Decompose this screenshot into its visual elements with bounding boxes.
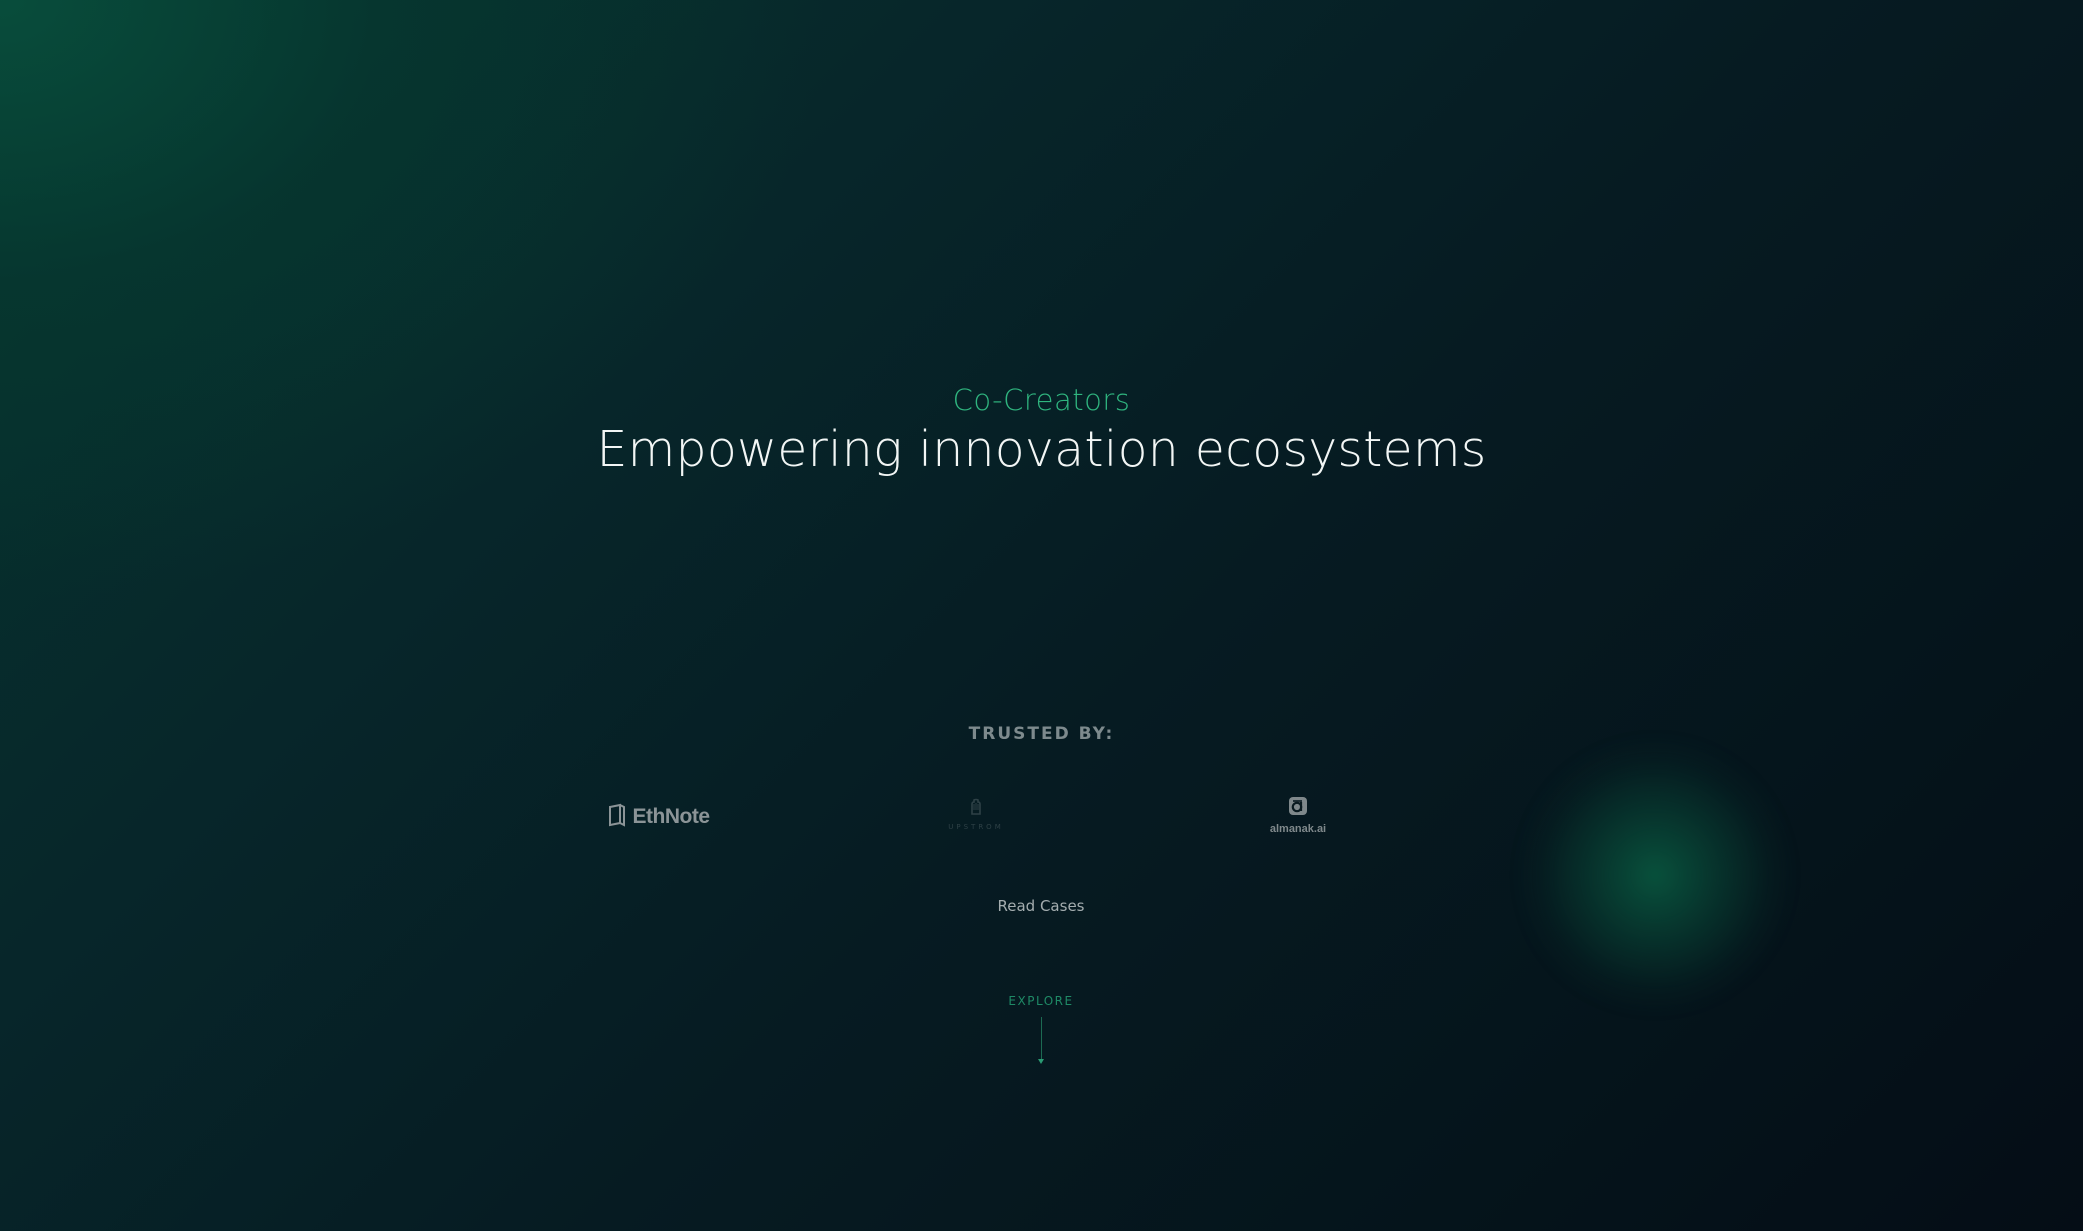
hero-eyebrow: Co-Creators xyxy=(952,383,1131,417)
book-icon xyxy=(607,803,627,832)
logo-ethnote: EthNote xyxy=(603,802,713,832)
hero-headline: Empowering innovation ecosystems xyxy=(596,421,1487,478)
read-cases-link[interactable]: Read Cases xyxy=(941,893,1141,919)
hand-icon xyxy=(969,798,983,821)
logo-upstrom: UPSTROM xyxy=(940,795,1012,833)
logo-upstrom-name: UPSTROM xyxy=(948,822,1004,831)
logo-almanak-name: almanak.ai xyxy=(1269,822,1327,835)
explore-line xyxy=(1040,1017,1042,1059)
trusted-by-label: TRUSTED BY: xyxy=(968,724,1115,744)
logo-ethnote-name: EthNote xyxy=(632,805,711,828)
explore-label: EXPLORE xyxy=(1008,994,1074,1008)
almanak-a-icon xyxy=(1288,796,1308,821)
explore-scroll-button[interactable]: EXPLORE xyxy=(941,993,1141,1064)
hero-section: Co-Creators Empowering innovation ecosys… xyxy=(0,383,2083,478)
logo-almanak: almanak.ai xyxy=(1262,796,1334,835)
background-glow xyxy=(1520,740,1790,1010)
arrow-down-icon xyxy=(1038,1059,1044,1064)
